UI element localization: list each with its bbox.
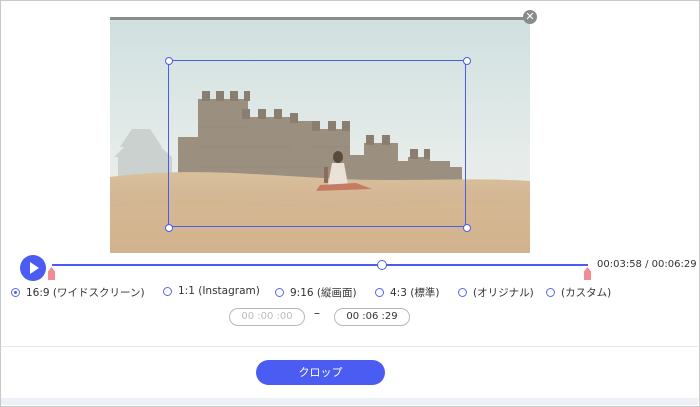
time-separator: /	[645, 259, 649, 270]
time-range-separator: –	[314, 306, 320, 320]
aspect-option-label: (カスタム)	[561, 287, 612, 299]
aspect-option-custom[interactable]: (カスタム)	[546, 285, 611, 300]
aspect-option-label: (オリジナル)	[473, 287, 534, 299]
divider	[1, 346, 698, 347]
aspect-option-original[interactable]: (オリジナル)	[458, 285, 534, 300]
crop-selection-box[interactable]	[168, 60, 466, 227]
aspect-option-label: 9:16 (縦画面)	[290, 287, 357, 299]
end-time-input[interactable]: 00 :06 :29	[334, 308, 410, 326]
total-duration: 00:06:29	[651, 259, 697, 270]
start-time-input[interactable]: 00 :00 :00	[229, 308, 305, 326]
play-button[interactable]	[20, 255, 46, 281]
timecode-display: 00:03:58 / 00:06:29	[597, 259, 697, 270]
radio-icon[interactable]	[375, 288, 384, 297]
aspect-option-label: 16:9 (ワイドスクリーン)	[26, 287, 145, 299]
radio-icon[interactable]	[275, 288, 284, 297]
radio-icon[interactable]	[163, 286, 172, 296]
aspect-option-4-3[interactable]: 4:3 (標準)	[375, 285, 439, 300]
crop-handle-top-left[interactable]	[165, 57, 173, 65]
radio-icon[interactable]	[11, 288, 20, 297]
crop-handle-bottom-left[interactable]	[165, 224, 173, 232]
crop-button[interactable]: クロップ	[256, 360, 385, 385]
playhead-handle[interactable]	[376, 260, 387, 270]
radio-icon[interactable]	[546, 288, 555, 297]
crop-handle-top-right[interactable]	[463, 57, 471, 65]
aspect-option-1-1[interactable]: 1:1 (Instagram)	[163, 285, 260, 297]
aspect-option-16-9[interactable]: 16:9 (ワイドスクリーン)	[11, 285, 145, 300]
aspect-option-label: 1:1 (Instagram)	[178, 285, 260, 297]
preview-top-border	[110, 17, 530, 20]
bottom-bar	[1, 398, 698, 405]
aspect-option-9-16[interactable]: 9:16 (縦画面)	[275, 285, 357, 300]
aspect-ratio-options: 16:9 (ワイドスクリーン) 1:1 (Instagram) 9:16 (縦画…	[11, 285, 700, 301]
aspect-option-label: 4:3 (標準)	[390, 287, 440, 299]
close-icon[interactable]: ✕	[523, 10, 537, 24]
current-time: 00:03:58	[597, 259, 642, 270]
timeline-track[interactable]	[52, 264, 588, 266]
radio-icon[interactable]	[458, 288, 467, 297]
crop-handle-bottom-right[interactable]	[463, 224, 471, 232]
